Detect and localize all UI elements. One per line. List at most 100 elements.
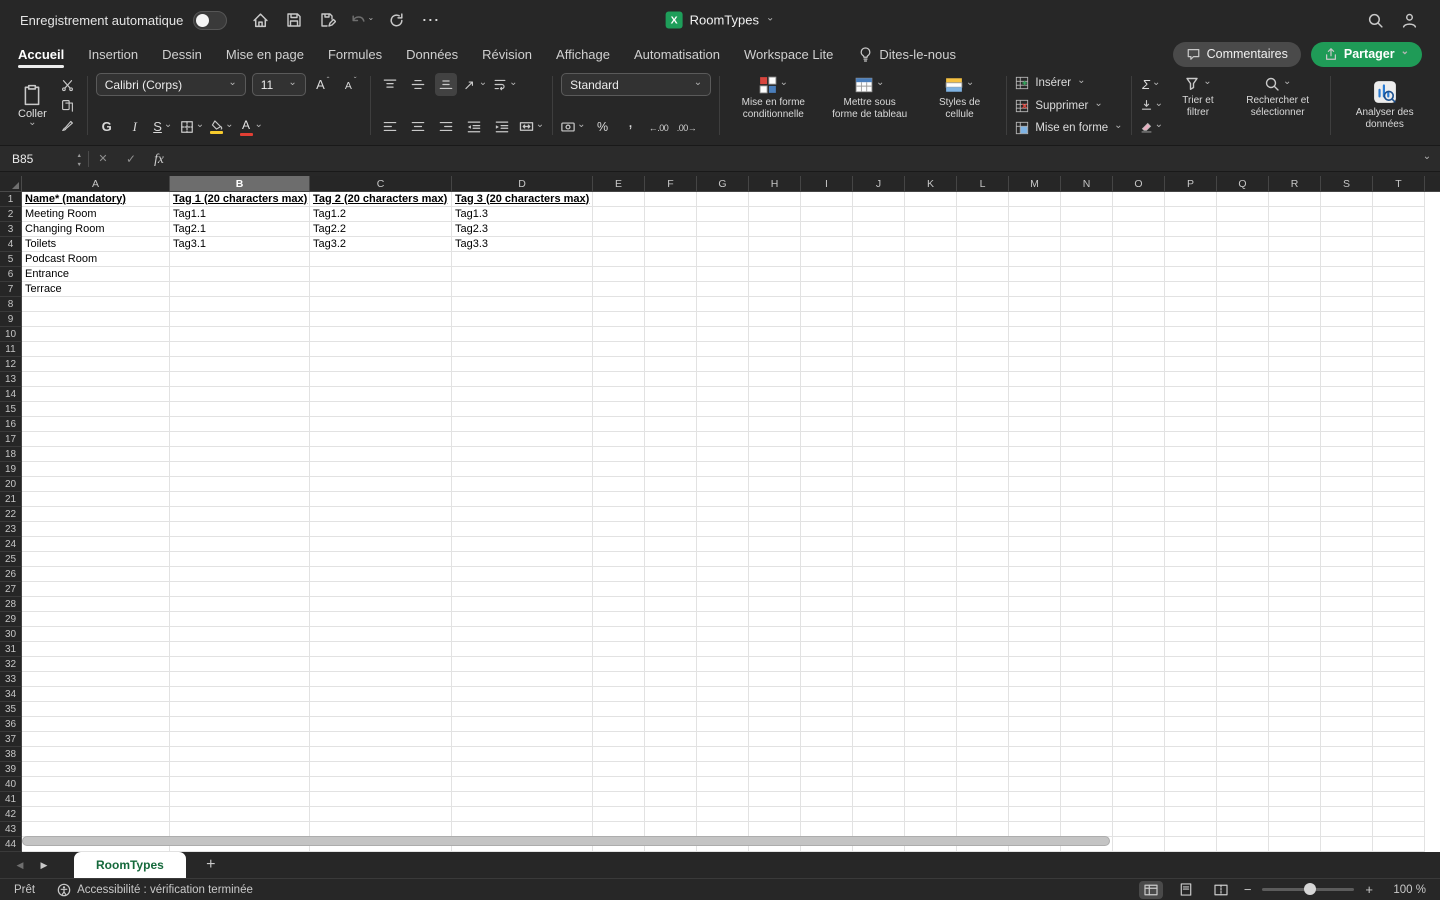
cell-P17[interactable] xyxy=(1165,432,1217,447)
cell-S37[interactable] xyxy=(1321,732,1373,747)
cell-H9[interactable] xyxy=(749,312,801,327)
cell-P7[interactable] xyxy=(1165,282,1217,297)
cell-Q31[interactable] xyxy=(1217,642,1269,657)
cell-D12[interactable] xyxy=(452,357,593,372)
cell-M13[interactable] xyxy=(1009,372,1061,387)
cell-C6[interactable] xyxy=(310,267,452,282)
cell-J38[interactable] xyxy=(853,747,905,762)
cell-N9[interactable] xyxy=(1061,312,1113,327)
cell-K3[interactable] xyxy=(905,222,957,237)
cell-J27[interactable] xyxy=(853,582,905,597)
align-right-button[interactable] xyxy=(435,115,457,138)
cell-O42[interactable] xyxy=(1113,807,1165,822)
cell-E18[interactable] xyxy=(593,447,645,462)
cell-O3[interactable] xyxy=(1113,222,1165,237)
cell-C31[interactable] xyxy=(310,642,452,657)
cell-R13[interactable] xyxy=(1269,372,1321,387)
cell-A41[interactable] xyxy=(22,792,170,807)
cell-L2[interactable] xyxy=(957,207,1009,222)
cell-A26[interactable] xyxy=(22,567,170,582)
tab-revision[interactable]: Révision xyxy=(482,43,532,66)
cell-D32[interactable] xyxy=(452,657,593,672)
cell-K25[interactable] xyxy=(905,552,957,567)
cell-N6[interactable] xyxy=(1061,267,1113,282)
cell-S10[interactable] xyxy=(1321,327,1373,342)
cell-P23[interactable] xyxy=(1165,522,1217,537)
cell-K18[interactable] xyxy=(905,447,957,462)
cell-P25[interactable] xyxy=(1165,552,1217,567)
cell-B15[interactable] xyxy=(170,402,310,417)
cell-M35[interactable] xyxy=(1009,702,1061,717)
cell-N35[interactable] xyxy=(1061,702,1113,717)
cell-H18[interactable] xyxy=(749,447,801,462)
cell-F41[interactable] xyxy=(645,792,697,807)
cell-T38[interactable] xyxy=(1373,747,1425,762)
cell-Q35[interactable] xyxy=(1217,702,1269,717)
normal-view-button[interactable] xyxy=(1138,880,1163,899)
cell-C33[interactable] xyxy=(310,672,452,687)
cell-E4[interactable] xyxy=(593,237,645,252)
cell-O24[interactable] xyxy=(1113,537,1165,552)
cell-I20[interactable] xyxy=(801,477,853,492)
cell-G43[interactable] xyxy=(697,822,749,837)
cell-O41[interactable] xyxy=(1113,792,1165,807)
cell-L14[interactable] xyxy=(957,387,1009,402)
cell-P41[interactable] xyxy=(1165,792,1217,807)
cell-P15[interactable] xyxy=(1165,402,1217,417)
cell-I41[interactable] xyxy=(801,792,853,807)
cell-Q42[interactable] xyxy=(1217,807,1269,822)
cell-S33[interactable] xyxy=(1321,672,1373,687)
cell-J32[interactable] xyxy=(853,657,905,672)
cell-I37[interactable] xyxy=(801,732,853,747)
cell-P38[interactable] xyxy=(1165,747,1217,762)
add-sheet-button[interactable] xyxy=(198,853,224,877)
cell-O28[interactable] xyxy=(1113,597,1165,612)
cell-H22[interactable] xyxy=(749,507,801,522)
increase-decimal-button[interactable] xyxy=(648,115,670,138)
cell-E5[interactable] xyxy=(593,252,645,267)
cell-B42[interactable] xyxy=(170,807,310,822)
cell-D36[interactable] xyxy=(452,717,593,732)
cell-S3[interactable] xyxy=(1321,222,1373,237)
cell-Q7[interactable] xyxy=(1217,282,1269,297)
cell-M10[interactable] xyxy=(1009,327,1061,342)
cell-F40[interactable] xyxy=(645,777,697,792)
cell-S1[interactable] xyxy=(1321,192,1373,207)
cell-I33[interactable] xyxy=(801,672,853,687)
cell-L19[interactable] xyxy=(957,462,1009,477)
cell-G33[interactable] xyxy=(697,672,749,687)
cell-F3[interactable] xyxy=(645,222,697,237)
row-header-2[interactable]: 2 xyxy=(0,207,22,222)
cell-B26[interactable] xyxy=(170,567,310,582)
cell-M14[interactable] xyxy=(1009,387,1061,402)
cell-H19[interactable] xyxy=(749,462,801,477)
cell-L20[interactable] xyxy=(957,477,1009,492)
cell-G1[interactable] xyxy=(697,192,749,207)
decrease-font-size-button[interactable]: ˇ xyxy=(340,73,362,96)
cell-L42[interactable] xyxy=(957,807,1009,822)
cell-F19[interactable] xyxy=(645,462,697,477)
cell-K41[interactable] xyxy=(905,792,957,807)
cell-A33[interactable] xyxy=(22,672,170,687)
conditional-formatting-button[interactable]: Mise en forme conditionnelle xyxy=(728,73,818,124)
cell-R15[interactable] xyxy=(1269,402,1321,417)
cell-B24[interactable] xyxy=(170,537,310,552)
cell-N41[interactable] xyxy=(1061,792,1113,807)
cell-M24[interactable] xyxy=(1009,537,1061,552)
sort-filter-button[interactable]: Trier et filtrer xyxy=(1167,73,1229,122)
cell-S20[interactable] xyxy=(1321,477,1373,492)
cell-B16[interactable] xyxy=(170,417,310,432)
cell-A37[interactable] xyxy=(22,732,170,747)
cell-K2[interactable] xyxy=(905,207,957,222)
cell-T41[interactable] xyxy=(1373,792,1425,807)
cell-S29[interactable] xyxy=(1321,612,1373,627)
cell-R12[interactable] xyxy=(1269,357,1321,372)
font-name-select[interactable]: Calibri (Corps) xyxy=(95,73,246,96)
cell-T37[interactable] xyxy=(1373,732,1425,747)
cell-D22[interactable] xyxy=(452,507,593,522)
cell-E32[interactable] xyxy=(593,657,645,672)
column-header-E[interactable]: E xyxy=(593,176,645,192)
cell-P1[interactable] xyxy=(1165,192,1217,207)
row-header-31[interactable]: 31 xyxy=(0,642,22,657)
cell-G27[interactable] xyxy=(697,582,749,597)
